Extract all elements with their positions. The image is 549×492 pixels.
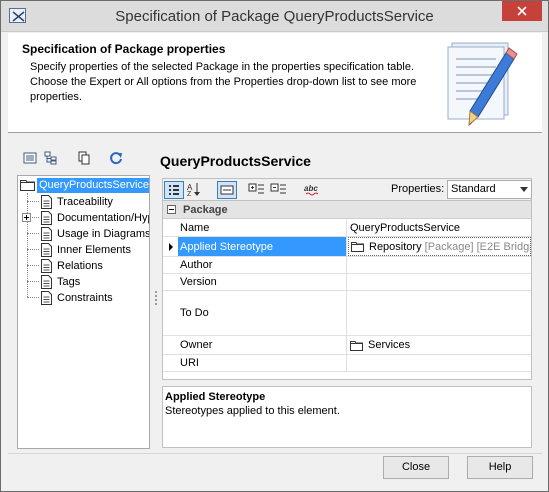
property-value[interactable] bbox=[348, 291, 531, 335]
help-button[interactable]: Help bbox=[467, 456, 533, 479]
description-text: Stereotypes applied to this element. bbox=[165, 405, 340, 417]
property-row-name[interactable]: Name QueryProductsService bbox=[163, 219, 531, 237]
properties-dropdown-value: Standard bbox=[451, 183, 496, 195]
specification-page-icon bbox=[40, 259, 53, 276]
current-row-arrow-icon bbox=[169, 243, 173, 251]
property-row-author[interactable]: Author bbox=[163, 257, 531, 274]
specification-page-icon bbox=[40, 195, 53, 212]
property-value-stereotype[interactable]: Repository [Package] [E2E Bridge bbox=[348, 237, 531, 256]
property-name: Version bbox=[178, 274, 347, 290]
property-name: Applied Stereotype bbox=[178, 237, 347, 256]
tree-item-label: Inner Elements bbox=[57, 244, 131, 256]
tree-view-icon[interactable] bbox=[44, 151, 62, 169]
property-name: Owner bbox=[178, 336, 347, 354]
description-title: Applied Stereotype bbox=[165, 391, 266, 403]
tree-item-label: Tags bbox=[57, 276, 81, 288]
description-toggle-icon[interactable] bbox=[217, 181, 237, 199]
properties-dropdown[interactable]: Standard bbox=[447, 180, 532, 199]
copy-icon[interactable] bbox=[77, 151, 95, 169]
property-value[interactable]: QueryProductsService bbox=[348, 219, 531, 236]
splitter-handle[interactable] bbox=[154, 291, 158, 305]
list-view-icon[interactable] bbox=[23, 151, 41, 169]
panel-title: QueryProductsService bbox=[160, 153, 311, 169]
property-row-uri[interactable]: URI bbox=[163, 355, 531, 372]
stereotype-value: Repository bbox=[369, 240, 422, 253]
specification-page-icon bbox=[40, 275, 53, 292]
properties-grid: Package Name QueryProductsService Applie… bbox=[162, 200, 532, 380]
property-row-applied-stereotype[interactable]: Applied Stereotype Repository [Package] … bbox=[163, 237, 531, 257]
property-name: Author bbox=[178, 257, 347, 273]
property-description-panel: Applied Stereotype Stereotypes applied t… bbox=[162, 386, 532, 448]
property-name: URI bbox=[178, 355, 347, 371]
property-group-header[interactable]: Package bbox=[163, 201, 531, 219]
specification-page-icon bbox=[40, 211, 53, 228]
header-description: Specify properties of the selected Packa… bbox=[30, 61, 417, 103]
property-row-to-do[interactable]: To Do bbox=[163, 291, 531, 336]
properties-label: Properties: bbox=[391, 183, 445, 195]
property-name: To Do bbox=[178, 291, 347, 335]
expand-icon[interactable] bbox=[22, 213, 31, 222]
svg-text:abc: abc bbox=[304, 184, 318, 193]
specification-page-icon bbox=[40, 227, 53, 244]
close-button[interactable]: Close bbox=[383, 456, 449, 479]
property-value-owner[interactable]: Services bbox=[348, 336, 531, 354]
close-icon bbox=[517, 6, 527, 16]
categorized-view-icon[interactable] bbox=[164, 181, 184, 199]
chevron-down-icon bbox=[520, 187, 528, 192]
refresh-icon[interactable] bbox=[109, 151, 127, 169]
stereotype-value-extra: [Package] [E2E Bridge bbox=[424, 240, 531, 253]
package-icon bbox=[350, 340, 363, 351]
property-value[interactable] bbox=[348, 355, 531, 371]
specification-page-icon bbox=[40, 243, 53, 260]
collapse-all-icon[interactable] bbox=[270, 181, 290, 199]
property-value[interactable] bbox=[348, 257, 531, 273]
property-group-label: Package bbox=[183, 204, 228, 216]
svg-text:Z: Z bbox=[187, 191, 192, 197]
title-bar: Specification of Package QueryProductsSe… bbox=[1, 1, 548, 32]
specification-page-icon bbox=[40, 291, 53, 308]
tree-item-label: Usage in Diagrams bbox=[57, 228, 150, 240]
tree-root-label: QueryProductsService bbox=[37, 178, 150, 193]
property-name: Name bbox=[178, 219, 347, 236]
dialog-header: Specification of Package properties Spec… bbox=[8, 33, 542, 133]
specification-dialog: Specification of Package QueryProductsSe… bbox=[0, 0, 549, 492]
tree-item-label: Traceability bbox=[57, 196, 113, 208]
sort-alphabetical-icon[interactable]: AZ bbox=[185, 181, 205, 199]
package-icon bbox=[20, 179, 35, 194]
tree-item-label: Constraints bbox=[57, 292, 113, 304]
header-title: Specification of Package properties bbox=[22, 42, 226, 56]
properties-toolbar: AZ abc Properties: Standard bbox=[162, 178, 532, 200]
property-row-version[interactable]: Version bbox=[163, 274, 531, 291]
window-title: Specification of Package QueryProductsSe… bbox=[115, 8, 434, 25]
collapse-icon[interactable] bbox=[167, 205, 176, 214]
property-row-owner[interactable]: Owner Services bbox=[163, 336, 531, 355]
property-value[interactable] bbox=[348, 274, 531, 290]
specification-tree: QueryProductsService Traceability Documen… bbox=[17, 175, 150, 449]
owner-value: Services bbox=[368, 339, 411, 351]
package-icon bbox=[351, 241, 364, 252]
expand-all-icon[interactable] bbox=[248, 181, 268, 199]
tree-item-label: Relations bbox=[57, 260, 103, 272]
document-pencil-icon bbox=[442, 39, 520, 132]
window-close-button[interactable] bbox=[502, 1, 542, 21]
footer-divider bbox=[8, 453, 542, 454]
tree-item-label: Documentation/Hyperlinks bbox=[57, 212, 149, 224]
spell-check-icon[interactable]: abc bbox=[303, 181, 323, 199]
